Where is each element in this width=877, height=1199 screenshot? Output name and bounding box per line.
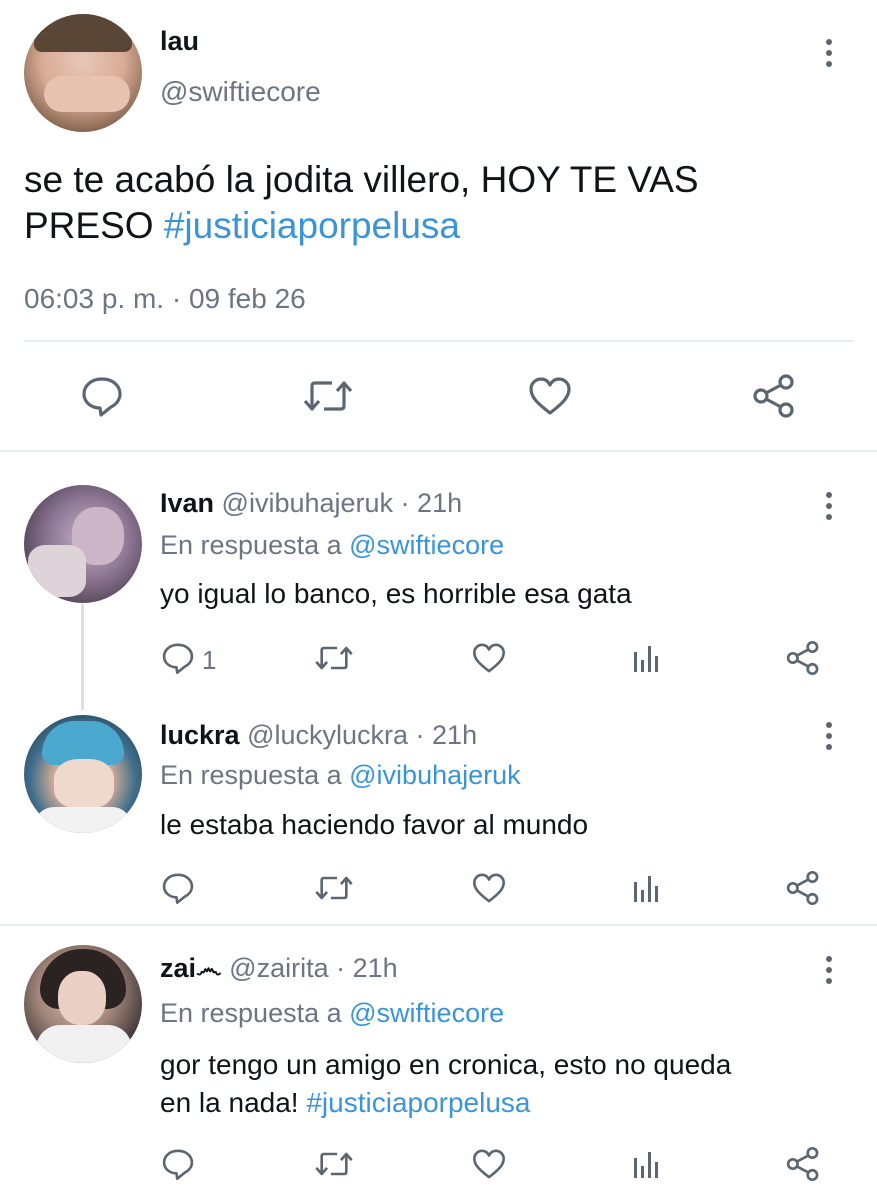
reply-text-line: en la nada! #justiciaporpelusa xyxy=(160,1084,850,1122)
more-options-icon[interactable] xyxy=(824,39,834,72)
reply-time[interactable]: · 21h xyxy=(336,953,398,983)
tweet-text-line: PRESO #justiciaporpelusa xyxy=(24,203,844,249)
hashtag-link[interactable]: #justiciaporpelusa xyxy=(306,1087,530,1118)
author-handle[interactable]: @zairita xyxy=(229,953,328,983)
retweet-icon[interactable] xyxy=(314,640,354,676)
share-icon[interactable] xyxy=(784,1146,822,1182)
section-divider xyxy=(0,450,877,452)
reply-icon[interactable] xyxy=(78,372,126,420)
mention-link[interactable]: @swiftiecore xyxy=(349,998,504,1028)
reply-text: gor tengo un amigo en cronica, esto no q… xyxy=(160,1046,850,1122)
tweet-text: se te acabó la jodita villero, HOY TE VA… xyxy=(24,157,844,249)
analytics-icon[interactable] xyxy=(630,870,662,906)
more-options-icon[interactable] xyxy=(824,722,834,755)
reply-text: le estaba haciendo favor al mundo xyxy=(160,809,589,840)
like-icon[interactable] xyxy=(526,372,574,420)
author-name[interactable]: luckra xyxy=(160,720,240,750)
reply-context: En respuesta a @ivibuhajeruk xyxy=(160,760,521,791)
like-icon[interactable] xyxy=(470,1146,508,1182)
retweet-icon[interactable] xyxy=(314,1146,354,1182)
author-name[interactable]: zai෴ xyxy=(160,953,222,983)
share-icon[interactable] xyxy=(784,640,822,676)
reply-text: yo igual lo banco, es horrible esa gata xyxy=(160,578,632,609)
analytics-icon[interactable] xyxy=(630,640,662,676)
reply-context-label: En respuesta a xyxy=(160,998,342,1028)
separator xyxy=(24,340,854,342)
avatar[interactable] xyxy=(24,945,142,1063)
reply-icon[interactable] xyxy=(160,1146,196,1182)
reply-icon[interactable] xyxy=(160,640,196,676)
reply-text-line: gor tengo un amigo en cronica, esto no q… xyxy=(160,1049,732,1080)
reply-context: En respuesta a @swiftiecore xyxy=(160,998,504,1029)
analytics-icon[interactable] xyxy=(630,1146,662,1182)
reply-time[interactable]: · 21h xyxy=(416,720,478,750)
tweet-timestamp[interactable]: 06:03 p. m. · 09 feb 26 xyxy=(24,283,306,315)
tweet-text-line: se te acabó la jodita villero, HOY TE VA… xyxy=(24,159,699,200)
section-divider xyxy=(0,924,877,926)
author-handle[interactable]: @swiftiecore xyxy=(160,76,321,108)
reply-icon[interactable] xyxy=(160,870,196,906)
avatar[interactable] xyxy=(24,14,142,132)
avatar[interactable] xyxy=(24,485,142,603)
author-handle[interactable]: @ivibuhajeruk xyxy=(222,488,394,518)
reply-count: 1 xyxy=(202,645,217,675)
reply-header: luckra @luckyluckra · 21h xyxy=(160,720,477,751)
reply-context-label: En respuesta a xyxy=(160,760,342,790)
author-handle[interactable]: @luckyluckra xyxy=(247,720,408,750)
like-icon[interactable] xyxy=(470,640,508,676)
avatar[interactable] xyxy=(24,715,142,833)
reply-context: En respuesta a @swiftiecore xyxy=(160,530,504,561)
share-icon[interactable] xyxy=(784,870,822,906)
name-emoji-icon: ෴ xyxy=(196,953,222,983)
reply-text-plain: en la nada! xyxy=(160,1087,299,1118)
reply-header: Ivan @ivibuhajeruk · 21h xyxy=(160,488,462,519)
mention-link[interactable]: @swiftiecore xyxy=(349,530,504,560)
retweet-icon[interactable] xyxy=(302,372,354,420)
more-options-icon[interactable] xyxy=(824,956,834,989)
reply-header: zai෴ @zairita · 21h xyxy=(160,953,398,985)
thread-line xyxy=(81,604,84,710)
hashtag-link[interactable]: #justiciaporpelusa xyxy=(164,205,460,246)
author-name-text: zai xyxy=(160,953,197,983)
author-name[interactable]: Ivan xyxy=(160,488,214,518)
tweet-text-plain: PRESO xyxy=(24,205,154,246)
author-name[interactable]: lau xyxy=(160,26,199,57)
reply-time[interactable]: · 21h xyxy=(401,488,463,518)
mention-link[interactable]: @ivibuhajeruk xyxy=(349,760,521,790)
reply-context-label: En respuesta a xyxy=(160,530,342,560)
share-icon[interactable] xyxy=(750,372,798,420)
retweet-icon[interactable] xyxy=(314,870,354,906)
more-options-icon[interactable] xyxy=(824,492,834,525)
like-icon[interactable] xyxy=(470,870,508,906)
